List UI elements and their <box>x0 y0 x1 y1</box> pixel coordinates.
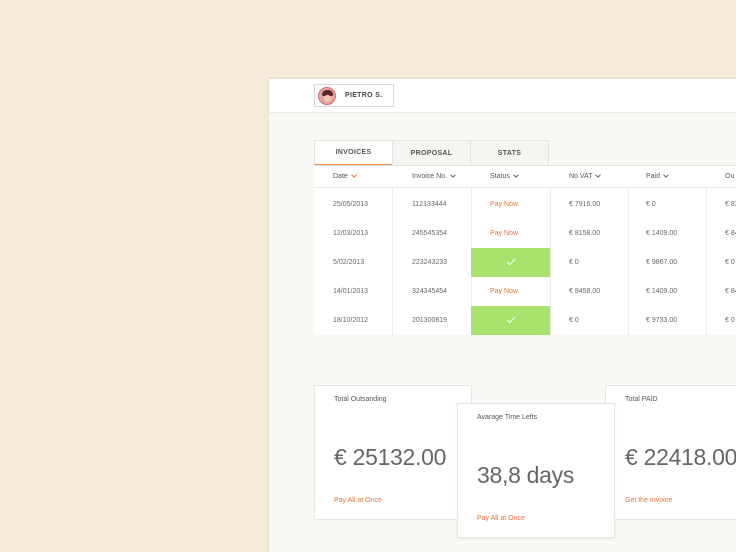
pay-now-link[interactable]: Pay Now <box>490 190 518 219</box>
tab-stats[interactable]: STATS <box>470 140 549 165</box>
chevron-down-icon <box>595 172 602 178</box>
top-bar: PIETRO S. <box>269 79 736 113</box>
table-row[interactable]: 18/10/2012 201300819 € 0 € 9733.00 € 0 <box>314 306 736 335</box>
cell-outstanding: € 82 <box>725 201 736 208</box>
cell-novat: € 8458.00 <box>569 288 601 295</box>
user-name: PIETRO S. <box>345 92 383 99</box>
total-paid-card: Total PAID € 22418.00 Get the Invoice <box>605 385 736 520</box>
cell-date: 25/05/2013 <box>333 201 369 208</box>
cell-outstanding: € 0 <box>725 259 735 266</box>
chevron-down-icon <box>450 172 456 178</box>
cell-novat: € 7916.00 <box>569 201 601 208</box>
cell-invoice: 201300819 <box>412 317 448 324</box>
card-title: Total PAID <box>625 396 658 403</box>
cell-novat: € 8158.00 <box>569 230 601 237</box>
avatar <box>318 86 336 105</box>
cell-novat: € 0 <box>569 259 579 266</box>
cell-novat: € 0 <box>569 317 579 324</box>
sort-chevron-down-icon <box>350 172 357 178</box>
cell-date: 14/01/2013 <box>333 288 369 295</box>
card-value: 38,8 days <box>477 462 575 488</box>
table-row[interactable]: 14/01/2013 324345454 Pay Now € 8458.00 €… <box>314 277 736 306</box>
card-value: € 25132.00 <box>334 444 447 470</box>
pay-all-link[interactable]: Pay All at Once <box>334 497 382 504</box>
total-outstanding-card: Total Outsanding € 25132.00 Pay All at O… <box>314 385 472 520</box>
card-title: Total Outsanding <box>334 396 387 403</box>
pay-now-link[interactable]: Pay Now <box>490 277 518 306</box>
chevron-down-icon <box>513 172 519 178</box>
tab-bar: INVOICES PROPOSAL STATS <box>314 140 549 166</box>
average-time-card: Avarage Time Lefts 38,8 days Pay All at … <box>457 403 615 538</box>
cell-invoice: 223243233 <box>412 259 448 266</box>
app-window: PIETRO S. INVOICES PROPOSAL STATS Date I… <box>268 78 736 552</box>
paid-status-badge <box>471 306 550 335</box>
get-invoice-link[interactable]: Get the Invoice <box>625 497 672 504</box>
chevron-down-icon <box>663 172 669 178</box>
paid-status-badge <box>471 248 550 277</box>
header-paid[interactable]: Paid <box>646 172 669 180</box>
checkmark-icon <box>506 256 515 266</box>
cell-outstanding: € 84 <box>725 230 736 237</box>
cell-paid: € 9867.00 <box>646 259 678 266</box>
cell-date: 18/10/2012 <box>333 317 369 324</box>
header-novat[interactable]: No VAT <box>569 172 602 180</box>
cell-invoice: 112133444 <box>412 201 447 208</box>
header-status[interactable]: Status <box>490 172 519 180</box>
header-date[interactable]: Date <box>333 172 357 180</box>
pay-all-link[interactable]: Pay All at Once <box>477 515 525 522</box>
tab-invoices[interactable]: INVOICES <box>314 140 393 166</box>
table-row[interactable]: 5/02/2013 223243233 € 0 € 9867.00 € 0 <box>314 248 736 277</box>
header-invoice[interactable]: Invoice No. <box>412 172 456 180</box>
cell-paid: € 9733.00 <box>646 317 678 324</box>
cell-outstanding: € 0 <box>725 317 735 324</box>
cell-outstanding: € 84 <box>725 288 736 295</box>
tab-proposal[interactable]: PROPOSAL <box>392 140 471 165</box>
card-title: Avarage Time Lefts <box>477 414 538 421</box>
table-row[interactable]: 12/03/2013 245545354 Pay Now € 8158.00 €… <box>314 219 736 248</box>
cell-paid: € 1409.00 <box>646 230 678 237</box>
cell-paid: € 1409.00 <box>646 288 678 295</box>
header-outstanding[interactable]: Ou <box>725 173 734 180</box>
user-menu-button[interactable]: PIETRO S. <box>314 84 394 107</box>
card-value: € 22418.00 <box>625 444 736 470</box>
cell-paid: € 0 <box>646 201 656 208</box>
cell-invoice: 245545354 <box>412 230 448 237</box>
invoices-table: Date Invoice No. Status No VAT Paid Ou 2… <box>314 165 736 336</box>
cell-invoice: 324345454 <box>412 288 448 295</box>
cell-date: 5/02/2013 <box>333 259 365 266</box>
cell-date: 12/03/2013 <box>333 230 369 237</box>
pay-now-link[interactable]: Pay Now <box>490 219 518 248</box>
table-header: Date Invoice No. Status No VAT Paid Ou <box>314 166 736 188</box>
checkmark-icon <box>506 314 515 324</box>
table-row[interactable]: 25/05/2013 112133444 Pay Now € 7916.00 €… <box>314 190 736 219</box>
